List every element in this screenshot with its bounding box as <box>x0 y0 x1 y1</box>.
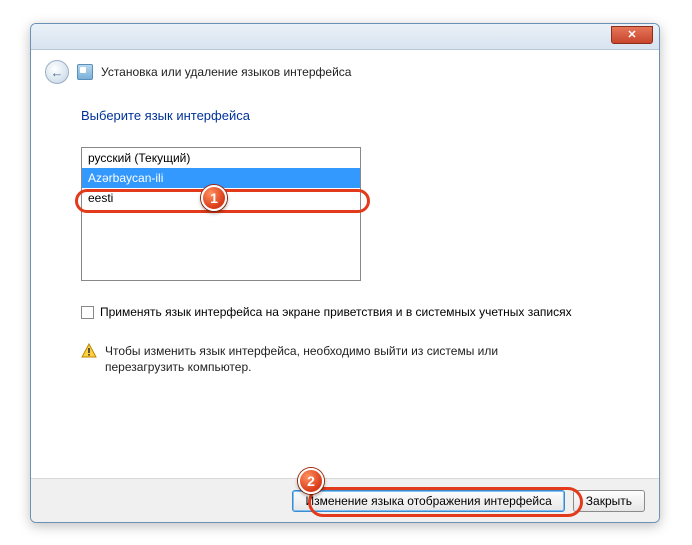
close-icon: ✕ <box>627 29 636 41</box>
language-item[interactable]: Azərbaycan-ili <box>82 168 360 188</box>
window-title: Установка или удаление языков интерфейса <box>101 65 351 79</box>
button-bar: Изменение языка отображения интерфейса З… <box>31 478 659 522</box>
dialog-window: ✕ ← Установка или удаление языков интерф… <box>30 23 660 523</box>
button-label: Изменение языка отображения интерфейса <box>305 494 551 508</box>
back-button[interactable]: ← <box>45 60 69 84</box>
language-listbox[interactable]: русский (Текущий)Azərbaycan-ilieesti <box>81 147 361 281</box>
back-arrow-icon: ← <box>51 65 64 80</box>
titlebar: ✕ <box>31 24 659 50</box>
header-row: ← Установка или удаление языков интерфей… <box>31 50 659 90</box>
language-item[interactable]: русский (Текущий) <box>82 148 360 168</box>
checkbox-label: Применять язык интерфейса на экране прив… <box>100 305 572 319</box>
close-button[interactable]: Закрыть <box>573 490 645 512</box>
language-item[interactable]: eesti <box>82 188 360 208</box>
change-display-language-button[interactable]: Изменение языка отображения интерфейса <box>292 490 564 512</box>
content-area: Выберите язык интерфейса русский (Текущи… <box>31 90 659 395</box>
page-heading: Выберите язык интерфейса <box>81 108 629 123</box>
welcome-screen-checkbox[interactable] <box>81 306 94 319</box>
welcome-screen-checkbox-row: Применять язык интерфейса на экране прив… <box>81 305 629 319</box>
button-label: Закрыть <box>586 494 632 508</box>
warning-icon <box>81 343 97 359</box>
warning-row: Чтобы изменить язык интерфейса, необходи… <box>81 343 629 375</box>
warning-text: Чтобы изменить язык интерфейса, необходи… <box>105 343 575 375</box>
close-window-button[interactable]: ✕ <box>611 26 653 44</box>
globe-icon <box>77 64 93 80</box>
